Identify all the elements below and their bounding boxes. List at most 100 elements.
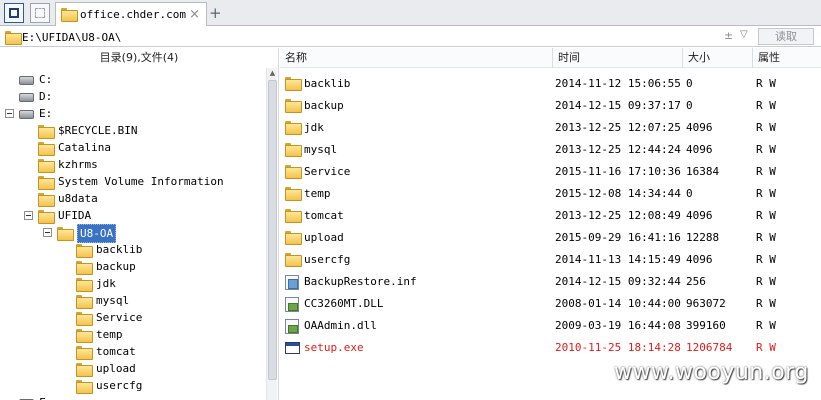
tab-office[interactable]: office.chder.com × bbox=[55, 2, 207, 26]
encoding-toggle-icon[interactable]: ± bbox=[724, 29, 733, 42]
file-attr: R W bbox=[756, 341, 776, 354]
tree-folder-item[interactable]: tomcat bbox=[0, 343, 265, 360]
window-icon bbox=[35, 8, 45, 18]
collapse-toggle-icon[interactable] bbox=[24, 211, 33, 220]
tree-drive-item[interactable]: C: bbox=[0, 71, 265, 88]
address-bar: ± ▽ 读取 bbox=[0, 27, 821, 47]
tab-title: office.chder.com bbox=[80, 8, 186, 21]
file-name: backup bbox=[304, 99, 344, 112]
file-row[interactable]: temp 2015-12-08 14:34:44 0 R W bbox=[280, 183, 821, 205]
folder-icon bbox=[38, 210, 55, 224]
tree-item-label: temp bbox=[96, 328, 123, 341]
tree-folder-item[interactable]: mysql bbox=[0, 292, 265, 309]
file-row[interactable]: upload 2015-09-29 16:41:16 12288 R W bbox=[280, 227, 821, 249]
file-row[interactable]: usercfg 2014-11-13 14:15:49 4096 R W bbox=[280, 249, 821, 271]
collapse-toggle-icon[interactable] bbox=[43, 228, 52, 237]
file-row[interactable]: setup.exe 2010-11-25 18:14:28 1206784 R W bbox=[280, 337, 821, 359]
folder-icon bbox=[285, 187, 302, 201]
file-name: BackupRestore.inf bbox=[304, 275, 417, 288]
tree-folder-item[interactable]: backup bbox=[0, 258, 265, 275]
file-time: 2013-12-25 12:44:24 bbox=[555, 143, 681, 156]
folder-icon bbox=[38, 193, 55, 207]
file-name: mysql bbox=[304, 143, 338, 156]
file-row[interactable]: tomcat 2013-12-25 12:08:49 4096 R W bbox=[280, 205, 821, 227]
file-row[interactable]: Service 2015-11-16 17:10:36 16384 R W bbox=[280, 161, 821, 183]
file-time: 2009-03-19 16:44:08 bbox=[555, 319, 681, 332]
folder-icon bbox=[38, 142, 55, 156]
tree-folder-item[interactable]: Service bbox=[0, 309, 265, 326]
folder-icon bbox=[76, 312, 93, 326]
file-attr: R W bbox=[756, 319, 776, 332]
tree-folder-item[interactable]: jdk bbox=[0, 275, 265, 292]
column-time[interactable]: 时间 bbox=[553, 48, 683, 68]
tree-scrollbar[interactable]: ▲ bbox=[266, 68, 277, 400]
file-row[interactable]: jdk 2013-12-25 12:07:25 4096 R W bbox=[280, 117, 821, 139]
add-tab-icon[interactable]: + bbox=[209, 4, 222, 22]
window-button[interactable] bbox=[30, 3, 50, 23]
tree-folder-item[interactable]: temp bbox=[0, 326, 265, 343]
file-row[interactable]: backlib 2014-11-12 15:06:55 0 R W bbox=[280, 73, 821, 95]
tree-folder-item[interactable]: Catalina bbox=[0, 139, 265, 156]
tree-drive-item[interactable]: F: bbox=[0, 394, 265, 400]
folder-icon bbox=[285, 209, 302, 223]
read-button[interactable]: 读取 bbox=[758, 28, 814, 45]
folder-icon bbox=[285, 253, 302, 267]
file-row[interactable]: backup 2014-12-15 09:37:17 0 R W bbox=[280, 95, 821, 117]
tree-drive-item[interactable]: E: bbox=[0, 105, 265, 122]
column-name[interactable]: 名称 bbox=[280, 48, 553, 68]
tree-folder-item[interactable]: u8data bbox=[0, 190, 265, 207]
tree-item-label: Catalina bbox=[58, 141, 111, 154]
path-input[interactable] bbox=[22, 30, 712, 45]
file-row[interactable]: BackupRestore.inf 2014-12-15 09:32:44 256 R… bbox=[280, 271, 821, 293]
folder-icon bbox=[285, 99, 302, 113]
tree-drive-item[interactable]: D: bbox=[0, 88, 265, 105]
tab-close-icon[interactable]: × bbox=[189, 7, 200, 22]
file-size: 16384 bbox=[686, 165, 720, 178]
file-size: 4096 bbox=[686, 253, 713, 266]
file-time: 2015-09-29 16:41:16 bbox=[555, 231, 681, 244]
folder-icon bbox=[76, 380, 93, 394]
file-attr: R W bbox=[756, 77, 776, 90]
file-attr: R W bbox=[756, 187, 776, 200]
collapse-toggle-icon[interactable] bbox=[5, 109, 14, 118]
tree-folder-item[interactable]: U8-OA bbox=[0, 224, 265, 243]
file-size: 0 bbox=[686, 99, 693, 112]
file-name: jdk bbox=[304, 121, 324, 134]
tree-item-label: E: bbox=[39, 107, 53, 120]
tree-folder-item[interactable]: UFIDA bbox=[0, 207, 265, 224]
folder-icon bbox=[76, 244, 93, 258]
directory-tree-panel: 目录(9),文件(4) C: D: E: $RECYCLE.BIN Catalina kz… bbox=[0, 48, 279, 400]
tree-folder-item[interactable]: backlib bbox=[0, 241, 265, 258]
tree-folder-item[interactable]: System Volume Information bbox=[0, 173, 265, 190]
file-row[interactable]: OAAdmin.dll 2009-03-19 16:44:08 399160 R W bbox=[280, 315, 821, 337]
column-attr[interactable]: 属性 bbox=[753, 48, 821, 68]
tree-folder-item[interactable]: usercfg bbox=[0, 377, 265, 394]
scroll-up-icon[interactable]: ▲ bbox=[267, 68, 278, 78]
folder-icon bbox=[76, 329, 93, 343]
tree-folder-item[interactable]: upload bbox=[0, 360, 265, 377]
tree-item-label: u8data bbox=[58, 192, 98, 205]
tree-item-label: backlib bbox=[96, 243, 143, 256]
file-time: 2014-12-15 09:37:17 bbox=[555, 99, 681, 112]
folder-icon bbox=[76, 363, 93, 377]
panel-toggle-button[interactable] bbox=[4, 3, 24, 23]
dropdown-caret-icon[interactable]: ▽ bbox=[740, 29, 748, 40]
tree-item-label: upload bbox=[96, 362, 136, 375]
folder-icon bbox=[285, 77, 302, 91]
folder-icon bbox=[285, 165, 302, 179]
file-time: 2015-11-16 17:10:36 bbox=[555, 165, 681, 178]
tree-item-label: F: bbox=[39, 394, 52, 400]
tree-folder-item[interactable]: kzhrms bbox=[0, 156, 265, 173]
tree-folder-item[interactable]: $RECYCLE.BIN bbox=[0, 122, 265, 139]
column-size[interactable]: 大小 bbox=[683, 48, 753, 68]
folder-icon bbox=[76, 295, 93, 309]
file-size: 399160 bbox=[686, 319, 726, 332]
file-attr: R W bbox=[756, 297, 776, 310]
file-name: backlib bbox=[304, 77, 351, 90]
file-name: temp bbox=[304, 187, 331, 200]
scroll-thumb[interactable] bbox=[268, 80, 277, 380]
file-row[interactable]: mysql 2013-12-25 12:44:24 4096 R W bbox=[280, 139, 821, 161]
tab-bar: office.chder.com × + bbox=[0, 0, 821, 26]
file-row[interactable]: CC3260MT.DLL 2008-01-14 10:44:00 963072 R W bbox=[280, 293, 821, 315]
file-attr: R W bbox=[756, 275, 776, 288]
